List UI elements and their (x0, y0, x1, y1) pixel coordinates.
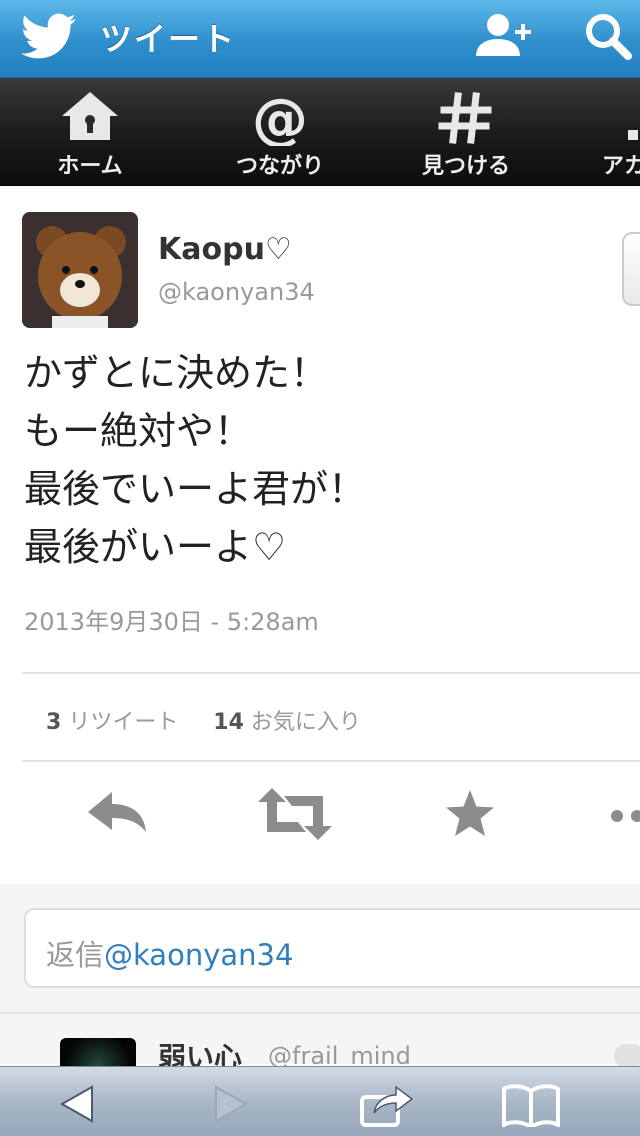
reply-handle: @kaonyan34 (104, 938, 294, 972)
retweet-icon[interactable] (258, 786, 332, 842)
tweet-stats: 3 リツイート 14 お気に入り (46, 704, 361, 736)
reply-input[interactable]: 返信@kaonyan34 (24, 908, 640, 988)
star-icon[interactable] (444, 786, 496, 842)
search-icon[interactable] (582, 10, 634, 64)
account-icon (628, 130, 638, 140)
tweet-user-name[interactable]: Kaopu♡ (158, 232, 292, 267)
nav-label-connect: つながり (235, 154, 324, 179)
back-arrow-icon[interactable] (56, 1083, 98, 1125)
main-nav: ホーム @ つながり 見つける アカ (0, 78, 640, 186)
share-icon[interactable] (360, 1083, 416, 1127)
conversation-icon (614, 1044, 640, 1068)
bookmarks-icon[interactable] (500, 1083, 562, 1127)
bear-avatar-image (22, 212, 138, 328)
home-icon (62, 92, 118, 140)
tweet-user-handle[interactable]: @kaonyan34 (158, 278, 315, 306)
favorite-count-label[interactable]: お気に入り (251, 710, 361, 735)
svg-text:@: @ (252, 90, 308, 146)
divider (0, 1012, 640, 1014)
nav-item-connect[interactable]: @ つながり (200, 78, 360, 186)
favorite-count[interactable]: 14 (213, 710, 244, 735)
retweet-count[interactable]: 3 (46, 710, 61, 735)
twitter-bird-icon[interactable] (22, 12, 78, 60)
divider (22, 672, 640, 674)
reply-prefix: 返信 (46, 938, 105, 972)
nav-label-home: ホーム (57, 154, 123, 179)
reply-icon[interactable] (86, 786, 148, 842)
browser-toolbar (0, 1066, 640, 1136)
nav-label-discover: 見つける (421, 154, 510, 179)
retweet-count-label[interactable]: リツイート (68, 710, 178, 735)
forward-arrow-icon[interactable] (210, 1083, 252, 1125)
avatar[interactable] (22, 212, 138, 328)
top-header: ツイート (0, 0, 640, 78)
more-icon[interactable] (608, 786, 640, 842)
hashtag-icon (438, 92, 492, 144)
nav-label-account: アカ (602, 154, 640, 179)
reply-placeholder: 返信@kaonyan34 (46, 932, 293, 974)
follow-button[interactable] (622, 232, 640, 306)
page-title: ツイート (100, 20, 237, 58)
divider (22, 760, 640, 762)
tweet-text: かずとに決めた！ もー絶対や！ 最後でいーよ君が！ 最後がいーよ♡ (24, 351, 367, 569)
tweet-timestamp: 2013年9月30日 - 5:28am (24, 608, 319, 636)
nav-item-account[interactable]: アカ (596, 78, 640, 186)
nav-item-discover[interactable]: 見つける (386, 78, 546, 186)
at-sign-icon: @ (252, 90, 308, 146)
add-user-icon[interactable] (474, 10, 538, 64)
nav-item-home[interactable]: ホーム (10, 78, 170, 186)
